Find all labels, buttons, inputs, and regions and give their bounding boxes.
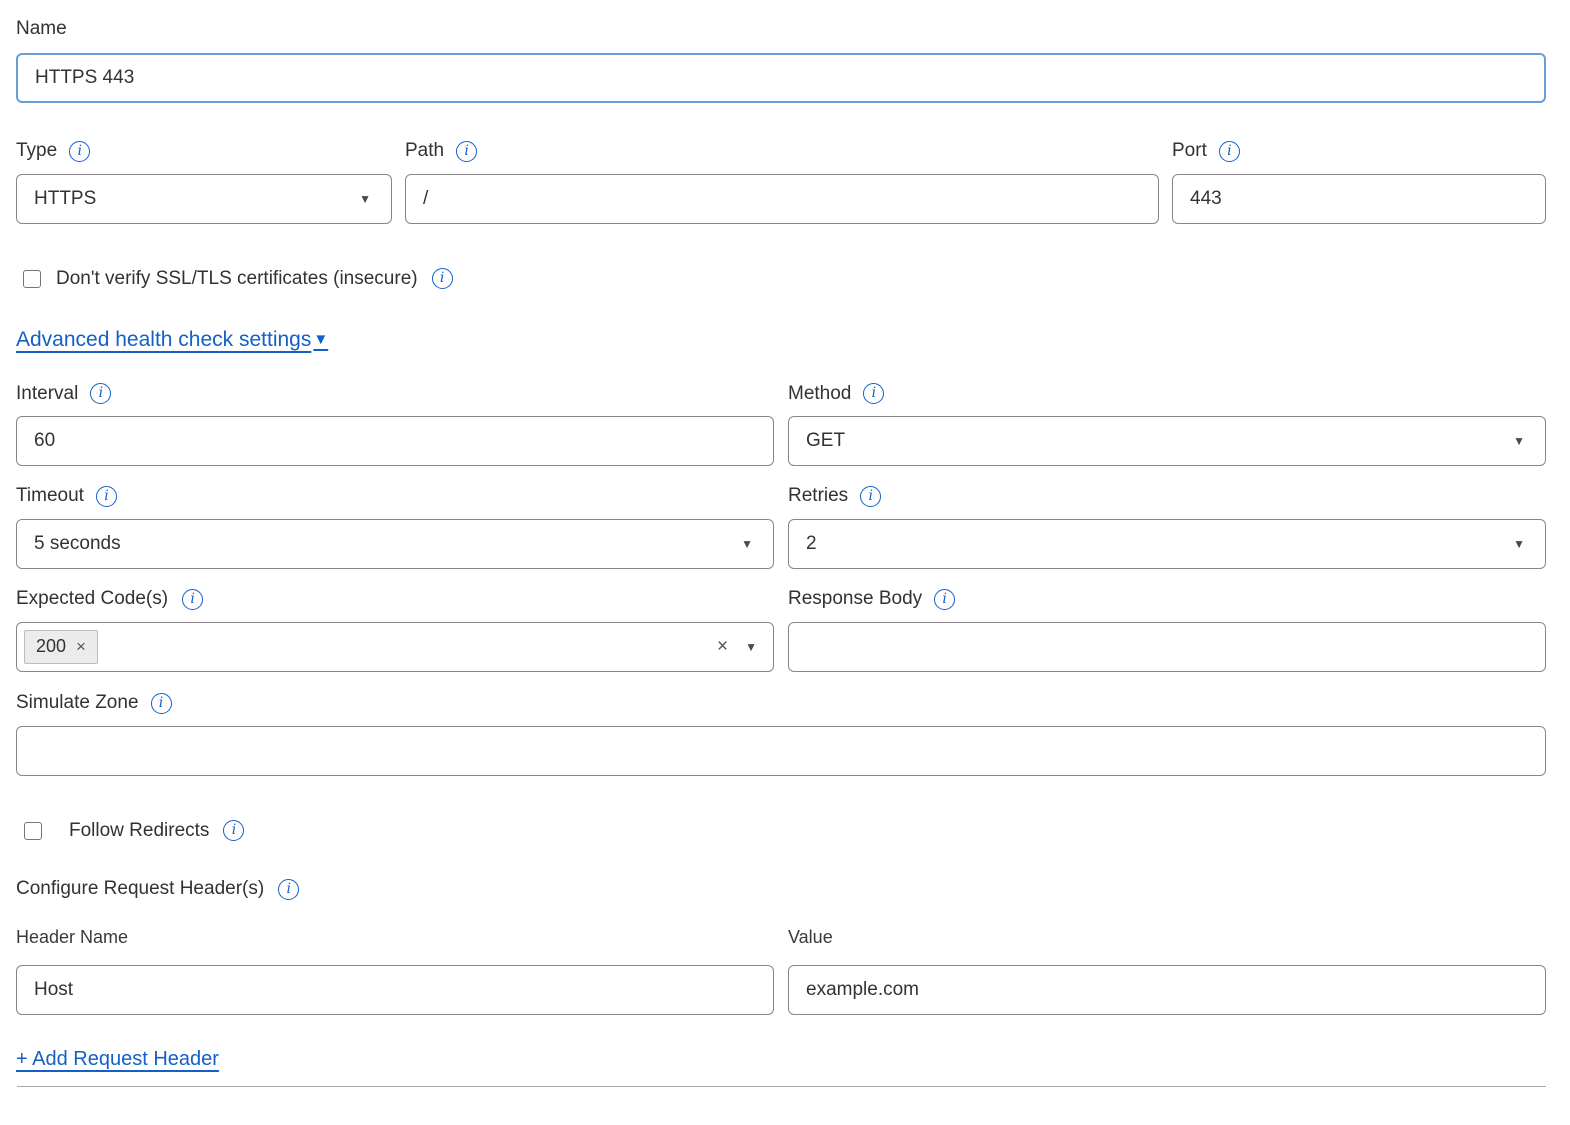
interval-label: Interval (16, 383, 78, 406)
codes-body-row: Expected Code(s) i 200 × × ▼ Response Bo… (16, 588, 1546, 672)
port-label-row: Port i (1172, 140, 1546, 163)
type-info-icon[interactable]: i (69, 141, 90, 162)
response-body-label: Response Body (788, 588, 922, 611)
method-select-value: GET (806, 430, 845, 452)
header-value-column-label: Value (788, 927, 1546, 948)
method-label-row: Method i (788, 383, 1546, 406)
chevron-down-icon[interactable]: ▼ (745, 641, 757, 653)
expected-codes-info-icon[interactable]: i (182, 589, 203, 610)
header-name-column-label: Header Name (16, 927, 774, 948)
name-label: Name (16, 18, 67, 41)
port-input[interactable] (1172, 174, 1546, 224)
add-request-header-link[interactable]: + Add Request Header (16, 1048, 219, 1070)
path-label-row: Path i (405, 140, 1159, 163)
clear-all-icon[interactable]: × (717, 637, 728, 656)
chevron-down-icon: ▼ (1513, 435, 1525, 447)
interval-info-icon[interactable]: i (90, 383, 111, 404)
retries-select-value: 2 (806, 533, 817, 555)
name-input[interactable] (16, 53, 1546, 103)
method-label: Method (788, 383, 851, 406)
name-label-row: Name (16, 18, 1546, 41)
follow-redirects-checkbox[interactable] (24, 822, 42, 840)
verify-ssl-label: Don't verify SSL/TLS certificates (insec… (56, 268, 418, 290)
timeout-retries-row: Timeout i 5 seconds ▼ Retries i 2 ▼ (16, 485, 1546, 569)
expected-codes-label-row: Expected Code(s) i (16, 588, 774, 611)
chevron-down-icon: ▼ (359, 193, 371, 205)
response-body-label-row: Response Body i (788, 588, 1546, 611)
chevron-down-icon: ▼ (1513, 538, 1525, 550)
code-tag: 200 × (24, 630, 98, 664)
header-row (16, 965, 1546, 1015)
type-label-row: Type i (16, 140, 392, 163)
retries-info-icon[interactable]: i (860, 486, 881, 507)
configure-headers-label: Configure Request Header(s) (16, 878, 264, 901)
response-body-input[interactable] (788, 622, 1546, 672)
simulate-zone-label: Simulate Zone (16, 692, 139, 715)
header-name-input[interactable] (16, 965, 774, 1015)
timeout-info-icon[interactable]: i (96, 486, 117, 507)
code-tag-value: 200 (36, 636, 66, 657)
type-label: Type (16, 140, 57, 163)
advanced-settings-label: Advanced health check settings (16, 328, 311, 352)
health-check-form: Name Type i HTTPS ▼ Path i Port i (16, 18, 1546, 1087)
interval-input[interactable] (16, 416, 774, 466)
configure-headers-label-row: Configure Request Header(s) i (16, 878, 1546, 901)
verify-ssl-checkbox[interactable] (23, 270, 41, 288)
header-value-input[interactable] (788, 965, 1546, 1015)
retries-select[interactable]: 2 ▼ (788, 519, 1546, 569)
response-body-info-icon[interactable]: i (934, 589, 955, 610)
port-info-icon[interactable]: i (1219, 141, 1240, 162)
path-input[interactable] (405, 174, 1159, 224)
tag-remove-icon[interactable]: × (76, 638, 86, 655)
method-select[interactable]: GET ▼ (788, 416, 1546, 466)
follow-redirects-info-icon[interactable]: i (223, 820, 244, 841)
simulate-zone-input[interactable] (16, 726, 1546, 776)
timeout-label-row: Timeout i (16, 485, 774, 508)
follow-redirects-label: Follow Redirects (69, 820, 209, 842)
caret-down-icon: ▼ (313, 331, 328, 348)
path-info-icon[interactable]: i (456, 141, 477, 162)
timeout-select-value: 5 seconds (34, 533, 121, 555)
chevron-down-icon: ▼ (741, 538, 753, 550)
port-label: Port (1172, 140, 1207, 163)
retries-label: Retries (788, 485, 848, 508)
expected-codes-multiselect[interactable]: 200 × × ▼ (16, 622, 774, 672)
method-info-icon[interactable]: i (863, 383, 884, 404)
interval-label-row: Interval i (16, 383, 774, 406)
path-label: Path (405, 140, 444, 163)
verify-ssl-row: Don't verify SSL/TLS certificates (insec… (16, 268, 1546, 290)
type-path-port-row: Type i HTTPS ▼ Path i Port i (16, 140, 1546, 224)
interval-method-row: Interval i Method i GET ▼ (16, 383, 1546, 467)
timeout-label: Timeout (16, 485, 84, 508)
timeout-select[interactable]: 5 seconds ▼ (16, 519, 774, 569)
simulate-zone-label-row: Simulate Zone i (16, 692, 1546, 715)
advanced-settings-link[interactable]: Advanced health check settings▼ (16, 328, 328, 352)
header-columns-row: Header Name Value (16, 927, 1546, 965)
type-select-value: HTTPS (34, 188, 96, 210)
expected-codes-label: Expected Code(s) (16, 588, 168, 611)
section-divider (17, 1086, 1546, 1087)
follow-redirects-row: Follow Redirects i (16, 820, 1546, 842)
retries-label-row: Retries i (788, 485, 1546, 508)
configure-headers-info-icon[interactable]: i (278, 879, 299, 900)
verify-ssl-info-icon[interactable]: i (432, 268, 453, 289)
simulate-zone-info-icon[interactable]: i (151, 693, 172, 714)
type-select[interactable]: HTTPS ▼ (16, 174, 392, 224)
